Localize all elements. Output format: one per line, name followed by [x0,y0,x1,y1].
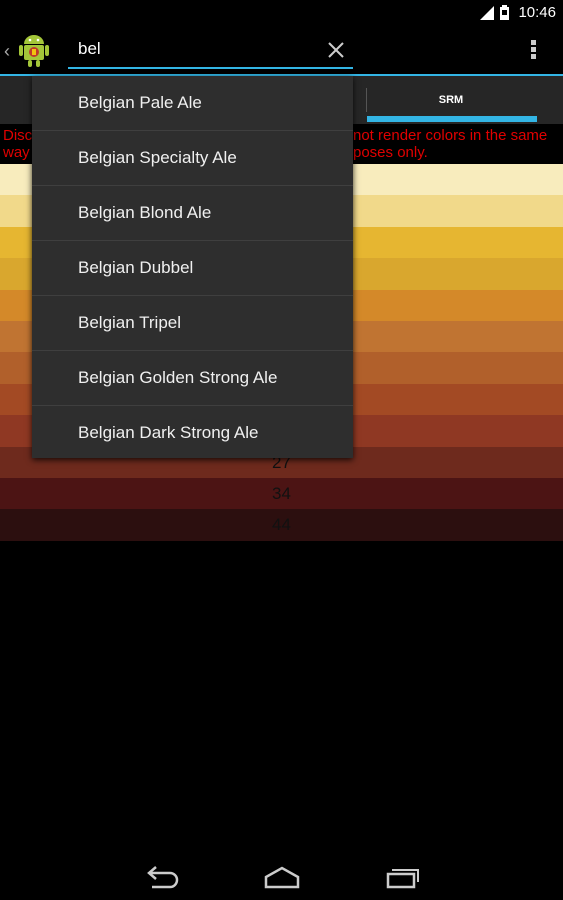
battery-icon [500,4,510,20]
status-icons: x 10:46 [479,4,556,21]
home-icon[interactable] [260,863,304,891]
suggestion-label: Belgian Specialty Ale [78,148,237,167]
tab-srm[interactable]: SRM [372,94,530,106]
back-icon[interactable] [140,863,184,891]
suggestion-label: Belgian Blond Ale [78,203,212,222]
disclaimer-line1-right: not render colors in the same [353,127,548,144]
overflow-menu-icon[interactable] [526,38,540,62]
search-suggestions-dropdown: Belgian Pale Ale Belgian Specialty Ale B… [32,76,353,458]
search-input[interactable] [78,39,308,59]
close-icon[interactable] [325,39,347,61]
suggestion-label: Belgian Golden Strong Ale [78,368,278,387]
signal-icon: x [480,5,495,20]
srm-row-label: 44 [272,515,291,535]
up-chevron-icon[interactable]: ‹ [4,41,10,62]
status-bar: x 10:46 [0,0,563,25]
tab-selected-indicator [367,116,537,122]
suggestion-item[interactable]: Belgian Golden Strong Ale [32,351,353,406]
suggestion-item[interactable]: Belgian Pale Ale [32,76,353,131]
search-box[interactable] [68,35,353,69]
disclaimer-line2-left: way [3,144,30,161]
srm-row[interactable]: 44 [0,509,563,541]
suggestion-item[interactable]: Belgian Specialty Ale [32,131,353,186]
suggestion-label: Belgian Dubbel [78,258,194,277]
suggestion-item[interactable]: Belgian Dark Strong Ale [32,406,353,460]
tab-divider [366,88,367,112]
srm-row[interactable]: 34 [0,477,563,510]
suggestion-label: Belgian Pale Ale [78,93,202,112]
svg-text:x: x [481,9,485,16]
android-app-icon[interactable] [16,30,52,68]
recents-icon[interactable] [380,863,424,891]
disclaimer-line2-right: poses only. [353,144,428,161]
disclaimer-line1-left: Disc [3,127,33,144]
action-bar: ‹ [0,25,563,75]
suggestion-label: Belgian Dark Strong Ale [78,423,259,442]
status-time: 10:46 [518,4,556,21]
suggestion-label: Belgian Tripel [78,313,182,332]
suggestion-item[interactable]: Belgian Tripel [32,296,353,351]
suggestion-item[interactable]: Belgian Dubbel [32,241,353,296]
srm-row-label: 34 [272,483,291,503]
navigation-bar [0,855,563,900]
suggestion-item[interactable]: Belgian Blond Ale [32,186,353,241]
